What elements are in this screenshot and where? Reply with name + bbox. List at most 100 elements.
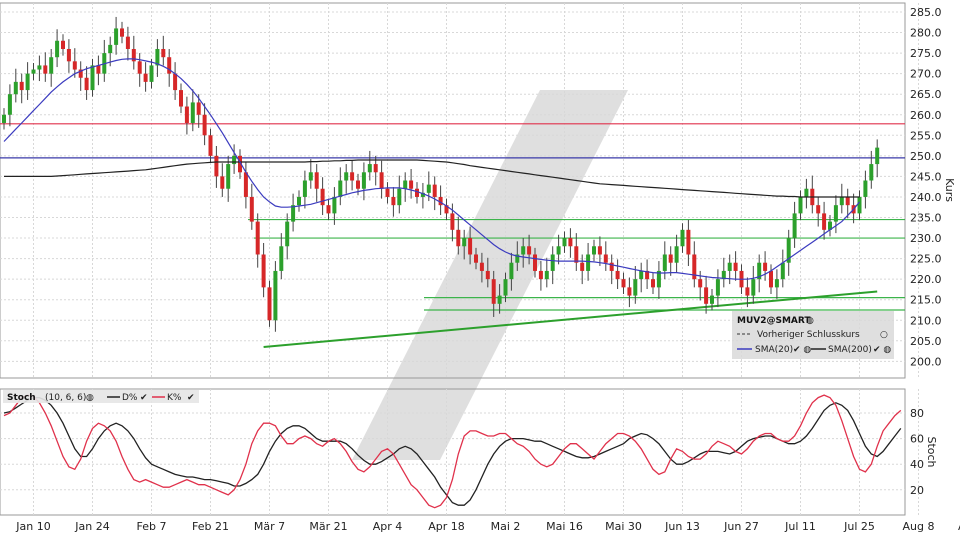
candle-body: [674, 246, 679, 263]
stoch-tick-label: 20: [910, 484, 924, 497]
candle-body: [544, 270, 549, 280]
candlesticks: [2, 16, 880, 332]
candle-body: [391, 196, 396, 206]
y-tick-label: 265.0: [910, 88, 942, 101]
candle-body: [462, 238, 467, 247]
candle-body: [662, 254, 667, 271]
candle-body: [822, 213, 827, 230]
candle-body: [114, 28, 119, 45]
legend-sma20: SMA(20): [755, 345, 793, 355]
candle-body: [592, 246, 596, 255]
candle-body: [497, 295, 502, 304]
candle-body: [326, 205, 331, 214]
main-legend: MUV2@SMART ◍ Vorheriger Schlusskurs ○ SM…: [732, 311, 894, 359]
candle-body: [710, 295, 714, 304]
candle-body: [338, 180, 343, 197]
candle-body: [574, 246, 579, 263]
candle-body: [769, 270, 773, 288]
x-tick-label: Feb 7: [137, 520, 167, 533]
candle-body: [149, 65, 154, 82]
candle-body: [308, 172, 313, 181]
candle-body: [639, 270, 644, 280]
stoch-tick-label: 40: [910, 458, 924, 471]
x-tick-label: Mai 16: [546, 520, 583, 533]
candle-body: [527, 246, 532, 255]
candle-body: [173, 73, 178, 91]
stoch-legend-d: D%: [122, 393, 138, 403]
candle-body: [2, 114, 6, 123]
stoch-tick-label: 80: [910, 407, 924, 420]
sma20-line: [3, 58, 860, 280]
candle-body: [668, 254, 673, 263]
x-tick-label: Jun 27: [723, 520, 759, 533]
candle-body: [450, 213, 455, 230]
legend-prev-close-icon: ○: [880, 330, 888, 340]
candle-body: [533, 254, 537, 271]
candle-body: [196, 102, 201, 115]
candle-body: [43, 65, 48, 74]
candle-body: [745, 287, 750, 296]
candle-body: [120, 28, 124, 37]
x-tick-label: Mai 30: [605, 520, 642, 533]
stoch-d-check-icon[interactable]: ✔: [140, 393, 148, 403]
candle-body: [627, 287, 632, 296]
y-tick-label: 225.0: [910, 253, 942, 266]
candle-body: [403, 180, 408, 189]
candle-body: [61, 40, 65, 49]
candle-body: [243, 172, 248, 197]
candle-body: [249, 196, 254, 222]
y-tick-label: 230.0: [910, 232, 942, 245]
candle-body: [833, 205, 838, 222]
legend-sma20-check-icon[interactable]: ✔ ◍: [793, 345, 811, 355]
candle-body: [857, 196, 862, 214]
x-tick-label: Jul 25: [843, 520, 875, 533]
candle-body: [875, 147, 880, 165]
stoch-grid: [0, 389, 919, 515]
candle-body: [485, 270, 490, 280]
stoch-params-icon[interactable]: ◍: [86, 393, 94, 403]
candle-body: [468, 238, 473, 255]
candle-body: [586, 254, 591, 271]
candle-body: [521, 246, 526, 255]
candle-body: [491, 279, 496, 304]
x-tick-label: Jul 11: [784, 520, 816, 533]
x-tick-label: Jun 13: [664, 520, 700, 533]
stoch-legend: Stoch (10, 6, 6) ◍ D% ✔ K% ✔: [3, 390, 199, 403]
candle-body: [214, 155, 219, 177]
candle-body: [350, 172, 355, 181]
candle-body: [568, 238, 573, 247]
legend-sma200-check-icon[interactable]: ✔ ◍: [873, 345, 891, 355]
candle-body: [633, 279, 638, 296]
candle-body: [621, 279, 626, 288]
candle-body: [297, 196, 301, 206]
candle-body: [509, 262, 514, 280]
candle-body: [220, 176, 225, 189]
candle-body: [285, 221, 290, 247]
candle-body: [25, 73, 30, 91]
candle-body: [255, 221, 260, 255]
candle-body: [763, 262, 768, 271]
candle-body: [161, 48, 166, 58]
candle-body: [869, 164, 874, 181]
candle-body: [751, 279, 756, 296]
candle-body: [49, 57, 54, 74]
y-tick-label: 210.0: [910, 314, 942, 327]
candle-body: [232, 155, 237, 165]
candle-body: [409, 180, 414, 189]
candle-body: [184, 106, 189, 123]
candle-body: [90, 65, 95, 91]
stoch-k-check-icon[interactable]: ✔: [187, 393, 195, 403]
stock-chart: 200.0 205.0 210.0 215.0 220.0 225.0 230.0 235.0…: [0, 2, 960, 533]
x-axis: Jan 10 Jan 24 Feb 7 Feb 21 Mär 7 Mär 21 Apr 4 A…: [15, 520, 960, 533]
y-tick-label: 220.0: [910, 273, 942, 286]
candle-body: [373, 164, 378, 173]
x-tick-label: Jan 24: [74, 520, 109, 533]
x-tick-label: Mai 2: [491, 520, 521, 533]
candle-body: [845, 196, 850, 206]
candle-body: [727, 262, 732, 271]
candle-body: [261, 254, 266, 288]
candle-body: [84, 77, 89, 91]
candle-body: [474, 254, 478, 263]
stoch-legend-label: Stoch: [7, 393, 36, 403]
candle-body: [798, 196, 803, 214]
